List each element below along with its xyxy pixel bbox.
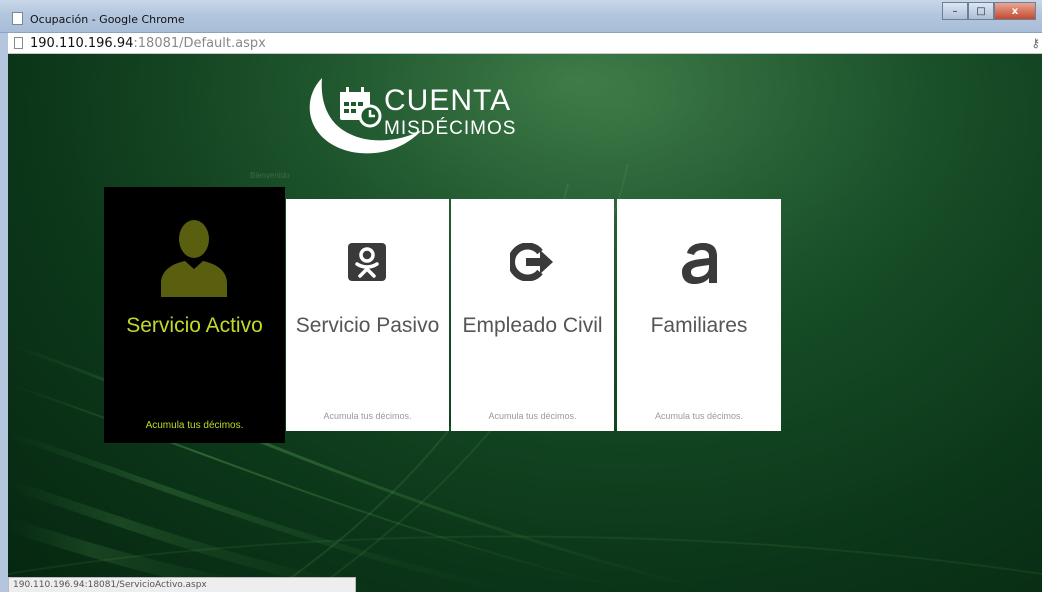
minimize-button[interactable]: – [942,2,968,20]
arrow-g-icon [510,243,553,281]
page-icon [12,12,23,25]
service-tiles: Servicio Activo Acumula tus décimos. Ser… [104,187,784,447]
status-bar: 190.110.196.94:18081/ServicioActivo.aspx [8,577,356,592]
tile-title: Servicio Activo [126,314,263,337]
title-bar: Ocupación - Google Chrome – □ x [0,0,1042,33]
maximize-button[interactable]: □ [968,2,994,20]
url-host: 190.110.196.94 [30,36,134,51]
tile-subtitle: Acumula tus décimos. [323,411,412,421]
logo-title: CUENTA [384,84,512,117]
key-icon[interactable]: ⚷ [1031,36,1040,50]
tile-subtitle: Acumula tus décimos. [654,411,744,421]
close-button[interactable]: x [994,2,1036,20]
tile-subtitle: Acumula tus décimos. [145,420,244,431]
watermark-text: Bienvenido [250,171,290,180]
tile-servicio-activo[interactable]: Servicio Activo Acumula tus décimos. [104,187,285,443]
tile-servicio-pasivo[interactable]: Servicio Pasivo Acumula tus décimos. [286,199,449,431]
browser-window: Ocupación - Google Chrome – □ x 190.110.… [0,0,1042,592]
tile-title: Empleado Civil [462,314,603,337]
calendar-clock-icon [340,87,382,128]
tile-empleado-civil[interactable]: Empleado Civil Acumula tus décimos. [451,199,614,431]
app-logo: CUENTA MISDÉCIMOS [300,72,560,158]
user-silhouette-icon [161,220,227,297]
page-content: CUENTA MISDÉCIMOS Bienvenido Servicio Ac… [8,54,1042,592]
tile-subtitle: Acumula tus décimos. [488,411,577,421]
url-path: :18081/Default.aspx [133,36,266,51]
page-icon [14,37,23,49]
window-controls: – □ x [942,2,1036,22]
address-bar[interactable]: 190.110.196.94:18081/Default.aspx ⚷ [8,33,1042,54]
odnoklassniki-icon [348,243,386,281]
tile-title: Servicio Pasivo [295,314,440,337]
logo-subtitle: MISDÉCIMOS [384,118,517,139]
window-frame [0,33,8,592]
url-field[interactable]: 190.110.196.94:18081/Default.aspx [30,36,266,51]
window-title: Ocupación - Google Chrome [30,13,185,26]
tile-familiares[interactable]: Familiares Acumula tus décimos. [617,199,781,431]
tile-title: Familiares [650,314,748,337]
status-url: 190.110.196.94:18081/ServicioActivo.aspx [13,580,207,590]
letter-a-icon [682,243,717,284]
